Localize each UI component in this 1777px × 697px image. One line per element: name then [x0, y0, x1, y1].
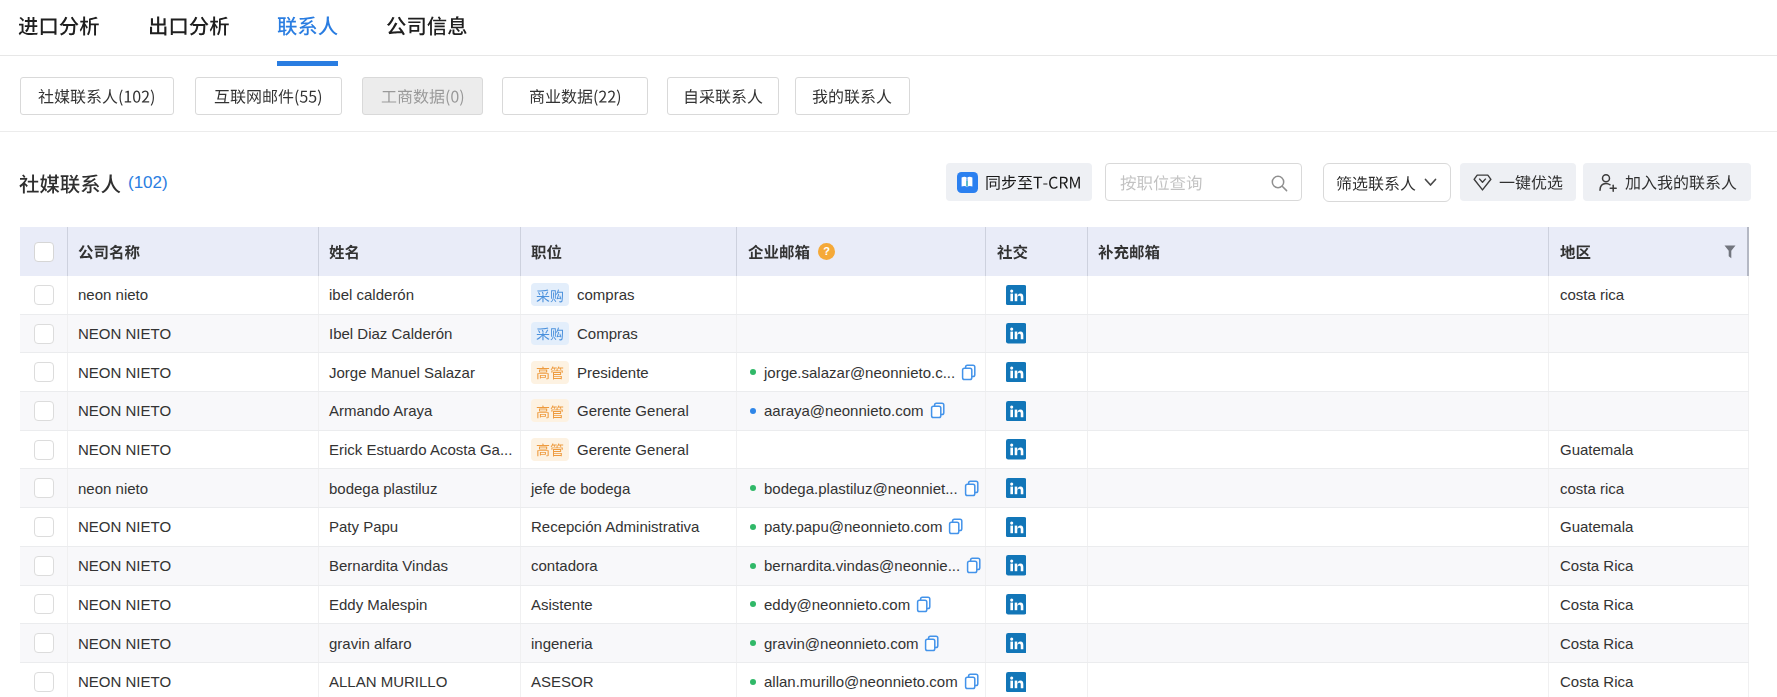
svg-text:?: ?: [823, 245, 830, 257]
